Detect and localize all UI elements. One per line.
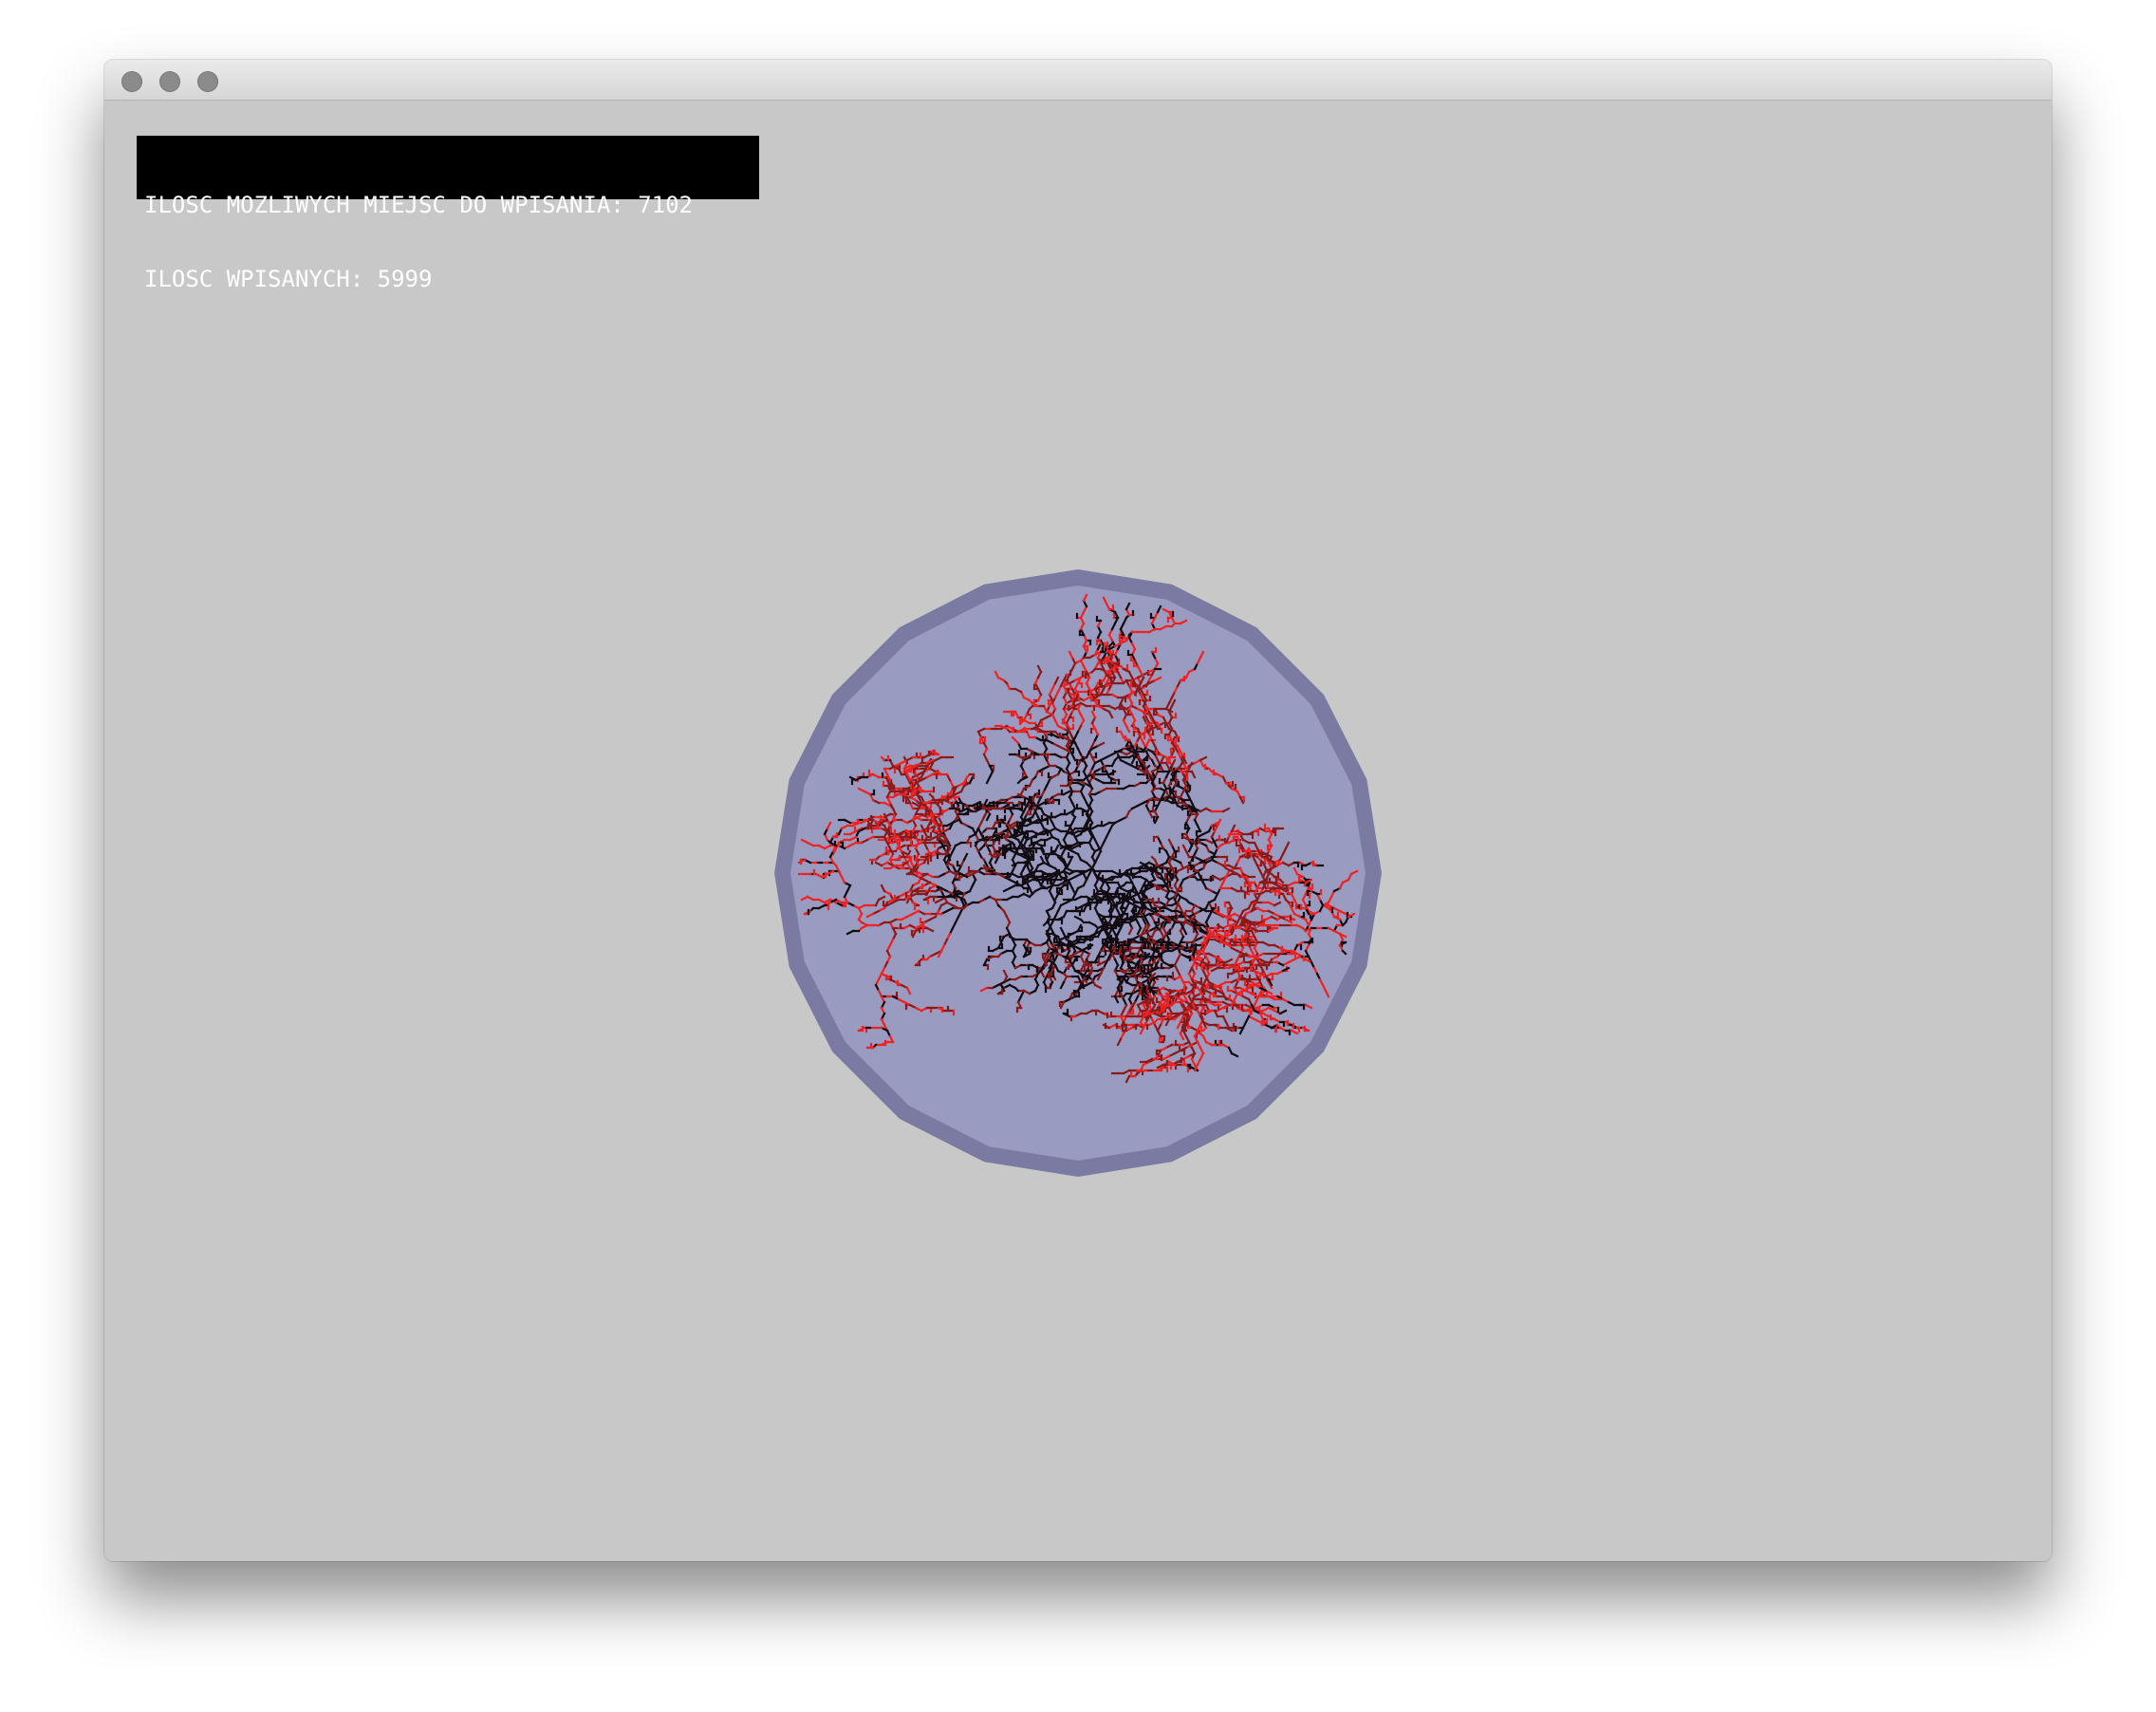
title-bar[interactable] [104, 60, 2052, 101]
close-button[interactable] [121, 71, 142, 92]
minimize-button[interactable] [159, 71, 180, 92]
app-window: ILOSC MOZLIWYCH MIEJSC DO WPISANIA: 7102… [104, 60, 2052, 1561]
zoom-button[interactable] [197, 71, 218, 92]
